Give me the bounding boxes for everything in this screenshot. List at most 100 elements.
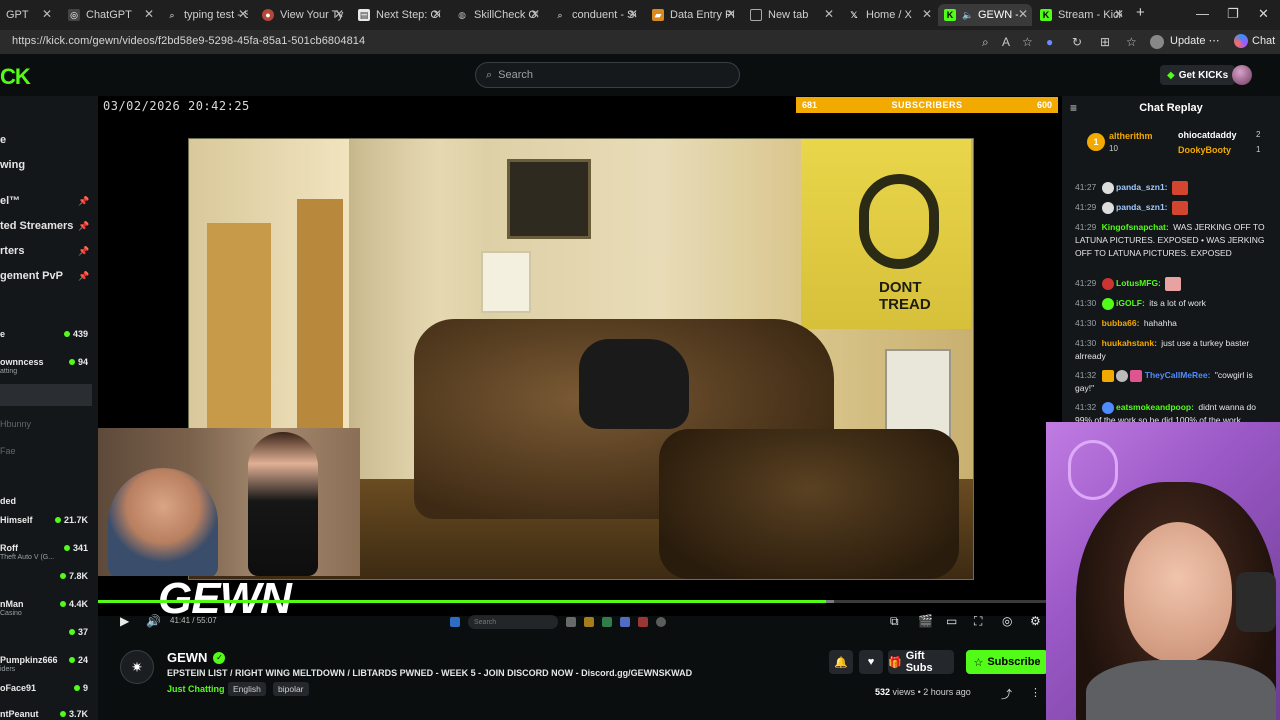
sidebar-channel[interactable]: Himself 21.7K bbox=[0, 515, 92, 541]
sidebar-channel-offline[interactable]: Hbunny bbox=[0, 419, 92, 445]
volume-icon[interactable]: 🔊 bbox=[146, 614, 161, 628]
more-options-icon[interactable]: ⋮ bbox=[1030, 686, 1041, 699]
browser-tab[interactable]: ● View Your Typin ✕ bbox=[256, 4, 348, 26]
streamer-name[interactable]: GEWN ✓ bbox=[167, 650, 226, 665]
close-icon[interactable]: ✕ bbox=[530, 7, 540, 21]
copilot-chat-button[interactable]: Chat bbox=[1234, 34, 1275, 48]
browser-tab[interactable]: ◎ ChatGPT ✕ bbox=[62, 4, 158, 26]
category-link[interactable]: Just Chatting bbox=[167, 684, 225, 694]
video-player[interactable]: 03/02/2026 20:42:25 681 SUBSCRIBERS 600 … bbox=[98, 96, 1062, 629]
close-icon[interactable]: ✕ bbox=[144, 7, 154, 21]
sidebar-channel[interactable]: 37 bbox=[0, 627, 92, 653]
guest-person bbox=[248, 432, 318, 576]
favorites-icon[interactable]: ☆ bbox=[1126, 35, 1137, 49]
new-tab-icon[interactable]: + bbox=[1136, 4, 1145, 21]
browser-tab[interactable]: 𝕏 Home / X ✕ bbox=[842, 4, 936, 26]
settings-gear-icon[interactable]: ⚙ bbox=[1030, 614, 1041, 628]
read-aloud-icon[interactable]: A bbox=[1002, 35, 1010, 49]
browser-tab[interactable]: ◍ SkillCheck Onli ✕ bbox=[450, 4, 544, 26]
close-icon[interactable]: ✕ bbox=[334, 7, 344, 21]
sidebar-channel[interactable]: 7.8K bbox=[0, 571, 92, 597]
sidebar-item-home[interactable]: e bbox=[0, 134, 6, 146]
browser-tab[interactable]: K Stream - Kick D ✕ bbox=[1034, 4, 1128, 26]
follow-button[interactable]: ♥ bbox=[859, 650, 883, 674]
sidebar-channel[interactable]: Roff Theft Auto V (G... 341 bbox=[0, 543, 92, 569]
live-dot-icon bbox=[68, 657, 75, 663]
sidebar-item-following[interactable]: wing bbox=[0, 159, 25, 171]
streamer-avatar[interactable]: ✷ bbox=[120, 650, 154, 684]
sidebar-channel[interactable]: ownncess atting 94 bbox=[0, 357, 92, 383]
browser-tab[interactable]: ⌕ typing test - Se ✕ bbox=[160, 4, 252, 26]
sidebar-channel[interactable]: nMan Casino 4.4K bbox=[0, 599, 92, 625]
close-icon[interactable]: ✕ bbox=[628, 7, 638, 21]
emote-icon bbox=[1171, 181, 1188, 195]
get-kicks-button[interactable]: ◆ Get KICKs bbox=[1160, 65, 1236, 85]
kick-logo[interactable]: CK bbox=[0, 64, 31, 90]
flag-snake bbox=[859, 174, 939, 269]
collections-icon[interactable]: ⊞ bbox=[1100, 35, 1110, 49]
extension-icon[interactable]: ● bbox=[1046, 35, 1053, 49]
sidebar-item-featured-streamers[interactable]: ted Streamers bbox=[0, 220, 73, 232]
stream-info: ✷ GEWN ✓ EPSTEIN LIST / RIGHT WING MELTD… bbox=[98, 636, 1048, 720]
favorite-icon[interactable]: ☆ bbox=[1022, 35, 1033, 49]
browser-tab-active[interactable]: K 🔈 GEWN - W ✕ bbox=[938, 4, 1032, 26]
notification-bell-button[interactable]: 🔔 bbox=[829, 650, 853, 674]
share-icon[interactable]: ⤴ bbox=[1001, 686, 1012, 702]
sidebar-channel[interactable]: ntPeanut 3.7K bbox=[0, 709, 92, 720]
tag-bipolar[interactable]: bipolar bbox=[273, 682, 309, 696]
refresh-icon[interactable]: ↻ bbox=[1072, 35, 1082, 49]
gift-subs-button[interactable]: 🎁 Gift Subs bbox=[888, 650, 954, 674]
pip-icon[interactable]: ⧉ bbox=[890, 614, 899, 629]
pin-icon[interactable]: 📌 bbox=[78, 221, 89, 232]
close-icon[interactable]: ✕ bbox=[238, 7, 248, 21]
sidebar-item-channel[interactable]: el™ bbox=[0, 195, 20, 207]
search-input[interactable]: ⌕ Search bbox=[475, 62, 740, 88]
browser-tab[interactable]: New tab ✕ bbox=[744, 4, 838, 26]
sidebar-item-engagement-pvp[interactable]: gement PvP bbox=[0, 270, 63, 282]
close-icon[interactable]: ✕ bbox=[726, 7, 736, 21]
x-icon: 𝕏 bbox=[850, 9, 858, 20]
fullscreen-icon[interactable]: ⛶ bbox=[974, 614, 982, 629]
clip-icon[interactable]: 🎬 bbox=[918, 614, 933, 628]
pin-icon[interactable]: 📌 bbox=[78, 271, 89, 282]
microphone bbox=[1236, 572, 1276, 632]
url-field[interactable]: https://kick.com/gewn/videos/f2bd58e9-52… bbox=[12, 35, 365, 47]
facecam-overlay bbox=[98, 428, 360, 576]
badge-icon bbox=[1116, 369, 1129, 382]
tag-english[interactable]: English bbox=[228, 682, 266, 696]
avatar[interactable] bbox=[1232, 65, 1252, 85]
close-window-icon[interactable]: ✕ bbox=[1258, 6, 1269, 22]
zoom-icon[interactable]: ⌕ bbox=[982, 35, 989, 50]
sidebar-item-supporters[interactable]: rters bbox=[0, 245, 24, 257]
kick-icon: K bbox=[1040, 9, 1052, 21]
site-header: CK ⌕ Search ◆ Get KICKs bbox=[0, 54, 1280, 96]
progress-bar[interactable] bbox=[98, 600, 1062, 603]
windows-icon bbox=[450, 617, 460, 627]
close-icon[interactable]: ✕ bbox=[824, 7, 834, 21]
close-icon[interactable]: ✕ bbox=[922, 7, 932, 21]
profile-icon[interactable] bbox=[1150, 35, 1164, 49]
sidebar-channel[interactable]: Pumpkinz666 iders 24 bbox=[0, 655, 92, 681]
close-icon[interactable]: ✕ bbox=[1114, 7, 1124, 21]
play-icon[interactable]: ▶ bbox=[120, 614, 129, 628]
close-icon[interactable]: ✕ bbox=[42, 7, 52, 21]
speaker-icon[interactable]: 🔈 bbox=[962, 9, 974, 21]
sidebar-channel-offline[interactable]: Fae bbox=[0, 446, 92, 472]
pin-icon[interactable]: 📌 bbox=[78, 196, 89, 207]
sidebar-channel[interactable]: e 439 bbox=[0, 329, 92, 355]
update-button[interactable]: Update ⋯ bbox=[1170, 34, 1220, 47]
selected-channel-row[interactable] bbox=[0, 384, 92, 406]
close-icon[interactable]: ✕ bbox=[1018, 7, 1028, 21]
quality-icon[interactable]: ◎ bbox=[1002, 614, 1012, 628]
browser-tab[interactable]: ▤ Next Step: Com ✕ bbox=[352, 4, 446, 26]
restore-icon[interactable]: ❐ bbox=[1227, 6, 1239, 22]
browser-tab[interactable]: GPT ✕ bbox=[0, 4, 56, 26]
sidebar-channel[interactable]: oFace91 9 bbox=[0, 683, 92, 709]
close-icon[interactable]: ✕ bbox=[432, 7, 442, 21]
browser-tab[interactable]: ⌕ conduent - Sea ✕ bbox=[548, 4, 642, 26]
pin-icon[interactable]: 📌 bbox=[78, 246, 89, 257]
minimize-icon[interactable]: — bbox=[1196, 6, 1209, 21]
subscribe-button[interactable]: ☆ Subscribe bbox=[966, 650, 1048, 674]
theater-mode-icon[interactable]: ▭ bbox=[946, 614, 957, 628]
browser-tab[interactable]: ▰ Data Entry Proc ✕ bbox=[646, 4, 740, 26]
